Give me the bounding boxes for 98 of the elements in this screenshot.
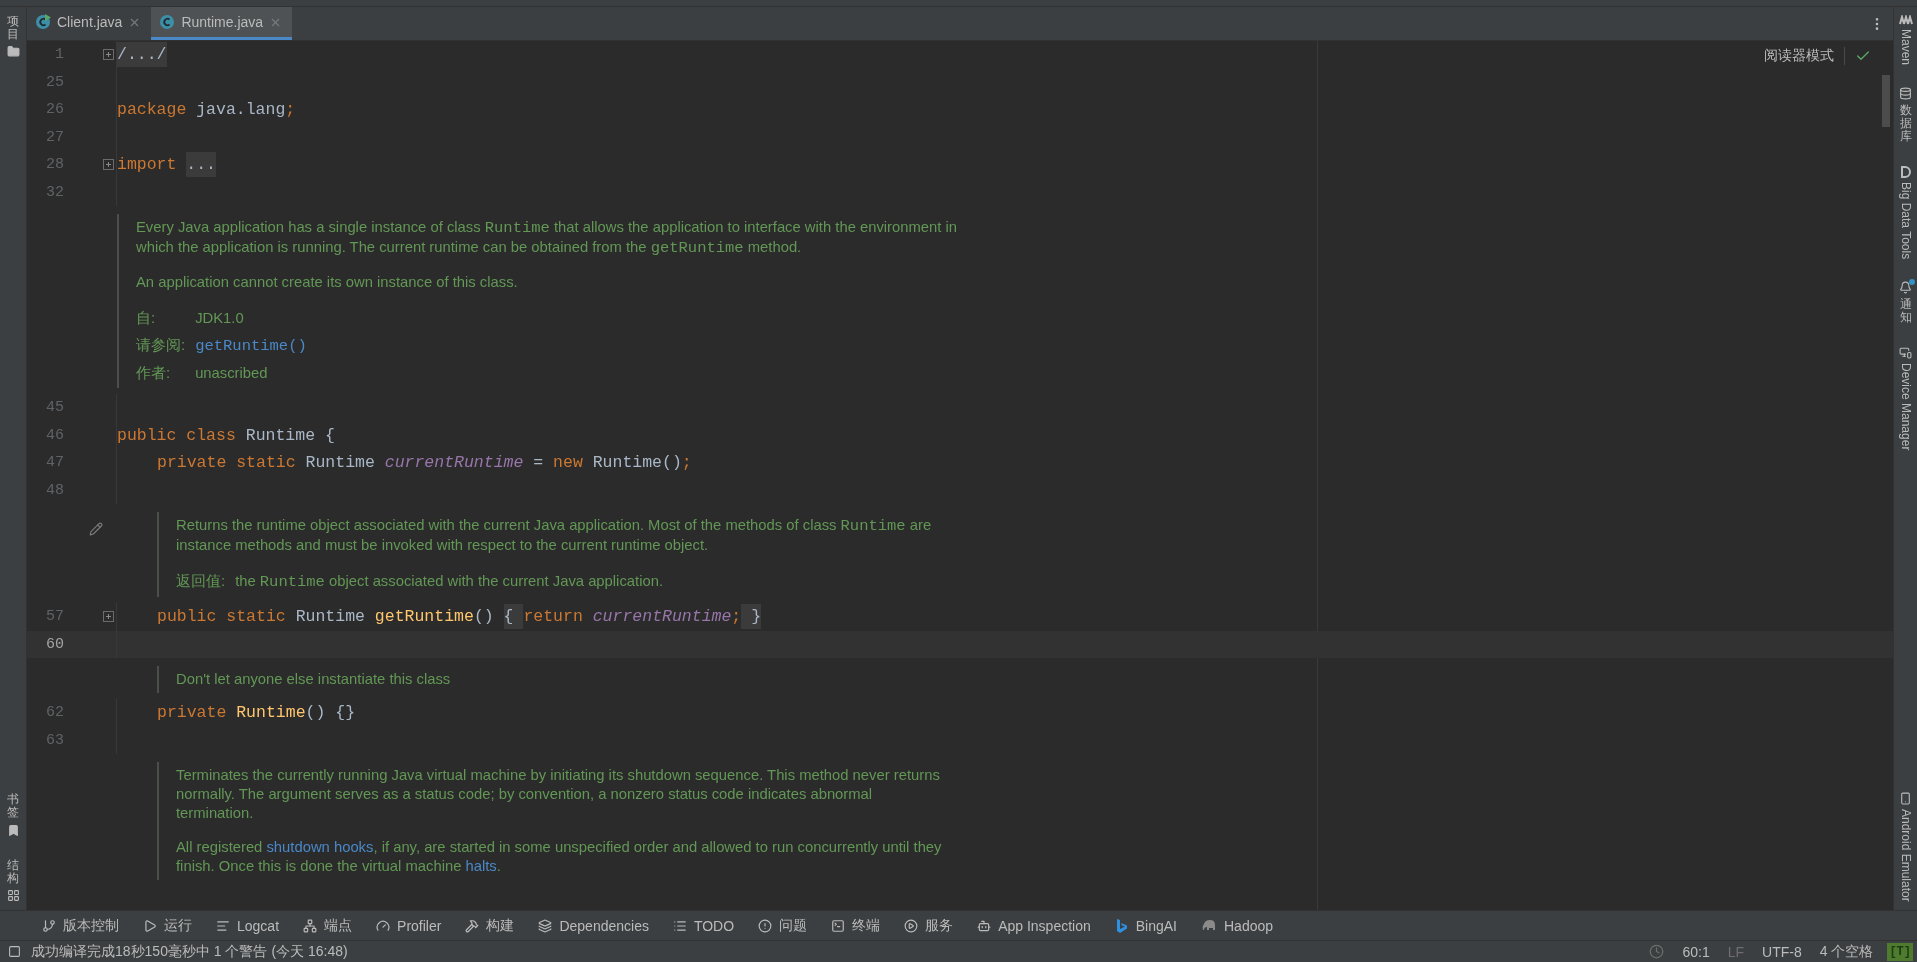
code-line: private static Runtime currentRuntime = new Runtime(); bbox=[157, 453, 692, 473]
tool-window-button[interactable]: Android Emulator bbox=[1898, 792, 1913, 902]
editor-tab[interactable]: Runtime.java bbox=[151, 7, 293, 40]
doc-link[interactable]: shutdown hooks bbox=[266, 839, 374, 855]
doc-paragraph: All registered shutdown hooks, if any, are started in some unspecified order and allowed to run concurrently until they finish. Once this is done the virtual machine halts. bbox=[176, 838, 943, 876]
doc-paragraph: Every Java application has a single instance of class Runtime that allows the application to interface with the environment in which the application is running. The current runtime can be obtained from the getRuntime method. bbox=[136, 218, 959, 258]
panel-icon[interactable] bbox=[8, 945, 21, 958]
line-number: 46 bbox=[45, 426, 65, 444]
tool-window-button[interactable]: Device Manager bbox=[1898, 346, 1913, 451]
tool-window-button[interactable]: 服务 bbox=[904, 916, 954, 935]
layers-icon bbox=[538, 918, 553, 933]
doc-tag-label: 自: bbox=[136, 309, 157, 328]
doc-link[interactable]: halts bbox=[465, 858, 497, 874]
robot-icon bbox=[977, 918, 992, 933]
tool-window-button[interactable]: 问题 bbox=[758, 916, 808, 935]
code-line: import ... bbox=[117, 155, 217, 175]
code-line: public static Runtime getRuntime() { return currentRuntime; } bbox=[157, 607, 762, 627]
folder-icon bbox=[6, 45, 20, 59]
tool-window-button[interactable]: 终端 bbox=[831, 916, 881, 935]
doc-tag-label: 作者: bbox=[136, 364, 172, 383]
tool-window-button[interactable]: Logcat bbox=[216, 917, 280, 934]
play-circle-icon bbox=[904, 918, 919, 933]
status-message[interactable]: 成功编译完成18秒150毫秒中 1 个警告 (今天 16:48) bbox=[31, 942, 348, 961]
tool-window-button[interactable]: Profiler bbox=[376, 917, 442, 934]
reader-mode-toggle[interactable]: 阅读器模式 bbox=[1764, 47, 1845, 65]
line-number: 26 bbox=[45, 101, 65, 119]
tool-window-button[interactable]: Hadoop bbox=[1201, 917, 1274, 934]
class-file-icon bbox=[35, 14, 51, 30]
network-icon bbox=[303, 918, 318, 933]
code-line: public class Runtime { bbox=[117, 425, 335, 445]
doc-link[interactable]: getRuntime() bbox=[195, 337, 307, 355]
doc-tag-label: 请参阅: bbox=[136, 336, 186, 355]
bell-icon bbox=[1899, 280, 1912, 294]
doc-paragraph: Returns the runtime object associated with the current Java application. Most of the methods of class Runtime are instance methods and must be invoked with respect to the current runtime object. bbox=[176, 516, 933, 555]
line-number: 48 bbox=[45, 481, 65, 499]
structure-icon bbox=[6, 889, 20, 902]
code-line: private Runtime() {} bbox=[157, 703, 356, 723]
indent-setting[interactable]: 4 个空格 bbox=[1819, 942, 1874, 961]
branch-icon bbox=[42, 918, 56, 933]
alert-icon bbox=[758, 918, 773, 933]
expand-icon[interactable] bbox=[103, 159, 114, 171]
tool-window-button[interactable]: 数据库 bbox=[1899, 87, 1912, 144]
caret-position[interactable]: 60:1 bbox=[1682, 943, 1710, 960]
lines-icon bbox=[216, 918, 230, 933]
line-number: 57 bbox=[45, 608, 65, 626]
tool-window-button[interactable]: 项目 bbox=[6, 15, 20, 59]
class-file-icon bbox=[159, 14, 176, 30]
notification-dot bbox=[1909, 278, 1915, 285]
edit-icon[interactable] bbox=[89, 522, 103, 536]
line-number: 1 bbox=[54, 46, 65, 64]
phone-icon bbox=[1899, 792, 1912, 806]
play-icon bbox=[143, 918, 157, 933]
line-number: 47 bbox=[45, 454, 65, 472]
editor-tab[interactable]: Client.java bbox=[27, 7, 152, 40]
tool-window-button[interactable]: 构建 bbox=[465, 916, 515, 935]
list-icon bbox=[672, 918, 687, 933]
doc-paragraph: An application cannot create its own instance of this class. bbox=[136, 273, 519, 292]
bookmark-icon bbox=[6, 823, 20, 837]
doc-tag-value: the Runtime object associated with the current Java application. bbox=[235, 572, 664, 593]
clock-icon[interactable] bbox=[1649, 944, 1665, 959]
line-number: 60 bbox=[45, 635, 65, 653]
elephant-icon bbox=[1201, 918, 1217, 933]
tool-window-button[interactable]: 版本控制 bbox=[42, 916, 119, 935]
gauge-icon bbox=[376, 918, 391, 933]
doc-tag-value: JDK1.0 bbox=[195, 309, 245, 328]
line-number: 62 bbox=[45, 704, 65, 722]
line-number: 28 bbox=[45, 156, 65, 174]
tool-window-button[interactable]: Maven bbox=[1898, 15, 1913, 66]
devices-icon bbox=[1899, 346, 1912, 360]
doc-tag-label: 返回值: bbox=[176, 572, 226, 591]
tool-window-button[interactable]: Big Data Tools bbox=[1898, 165, 1913, 259]
tool-window-button[interactable]: BingAI bbox=[1114, 917, 1177, 934]
wave-icon bbox=[1898, 15, 1913, 25]
doc-tag-value: unascribed bbox=[195, 364, 269, 383]
tool-window-button[interactable]: 书签 bbox=[6, 793, 20, 837]
line-number: 45 bbox=[45, 399, 65, 417]
tool-window-button[interactable]: Dependencies bbox=[538, 917, 649, 934]
tool-window-button[interactable]: TODO bbox=[672, 917, 735, 934]
doc-paragraph: Terminates the currently running Java virtual machine by initiating its shutdown sequence. This method never returns normally. The argument serves as a status code; by convention, a nonzero status code indicates abnormal termination. bbox=[176, 766, 941, 823]
expand-icon[interactable] bbox=[103, 49, 114, 61]
file-encoding[interactable]: UTF-8 bbox=[1762, 943, 1802, 960]
tool-window-button[interactable]: 结构 bbox=[6, 858, 20, 902]
line-number: 25 bbox=[45, 73, 65, 91]
expand-icon[interactable] bbox=[103, 611, 114, 623]
tool-window-button[interactable]: 运行 bbox=[143, 916, 192, 935]
tool-window-button[interactable]: App Inspection bbox=[977, 917, 1091, 934]
tool-window-button[interactable]: 通知 bbox=[1899, 280, 1912, 325]
scrollbar-thumb[interactable] bbox=[1882, 75, 1890, 127]
database-icon bbox=[1899, 87, 1912, 101]
line-number: 32 bbox=[45, 183, 65, 201]
code-line: package java.lang; bbox=[117, 100, 296, 120]
doc-paragraph: Don't let anyone else instantiate this class bbox=[176, 670, 452, 689]
tool-window-button[interactable]: 端点 bbox=[303, 916, 353, 935]
line-number: 63 bbox=[45, 731, 65, 749]
line-number: 27 bbox=[45, 128, 65, 146]
logo-icon bbox=[1114, 917, 1129, 934]
hammer-icon bbox=[465, 918, 480, 933]
terminal-icon bbox=[831, 918, 846, 933]
